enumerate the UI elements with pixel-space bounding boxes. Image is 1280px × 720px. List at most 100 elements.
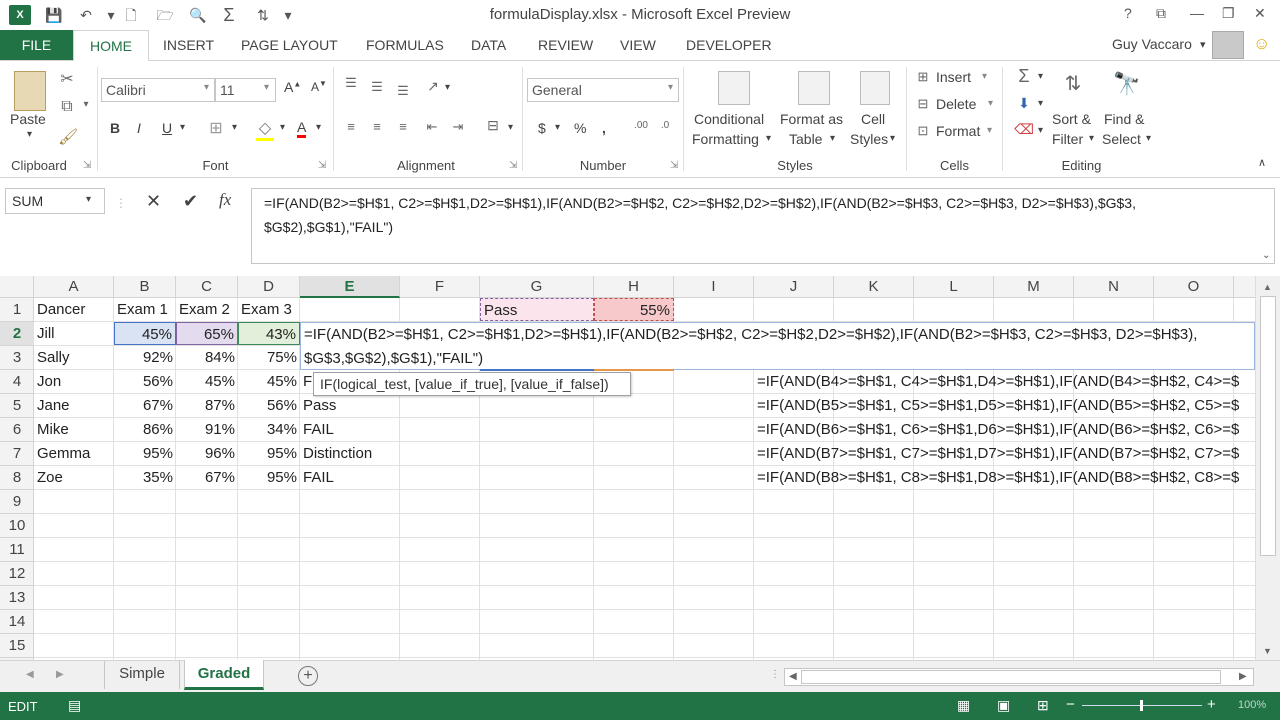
- column-header[interactable]: N: [1074, 276, 1154, 298]
- column-header[interactable]: K: [834, 276, 914, 298]
- cell-c6[interactable]: 91%: [176, 418, 238, 441]
- restore-icon[interactable]: ❐: [1222, 5, 1235, 22]
- cell-b3[interactable]: 92%: [114, 346, 176, 369]
- insert-cells-button[interactable]: Insert: [936, 69, 971, 85]
- borders-icon[interactable]: ⊞: [207, 118, 225, 138]
- cell-c4[interactable]: 45%: [176, 370, 238, 393]
- fill-icon[interactable]: ⬇: [1014, 95, 1034, 112]
- cell-b7[interactable]: 95%: [114, 442, 176, 465]
- number-launcher-icon[interactable]: ⇲: [670, 160, 678, 171]
- format-cells-button[interactable]: Format: [936, 123, 980, 139]
- column-header[interactable]: A: [34, 276, 114, 298]
- cell-b4[interactable]: 56%: [114, 370, 176, 393]
- cut-icon[interactable]: ✂: [58, 69, 76, 89]
- format-as-table-label-1[interactable]: Format as: [780, 111, 843, 127]
- cell-a1[interactable]: Dancer: [34, 298, 114, 321]
- collapse-ribbon-icon[interactable]: ∧: [1258, 156, 1266, 169]
- cell-d1[interactable]: Exam 3: [238, 298, 300, 321]
- zoom-out-icon[interactable]: −: [1066, 696, 1075, 713]
- paste-icon[interactable]: [14, 71, 46, 111]
- column-header[interactable]: G: [480, 276, 594, 298]
- cell-c5[interactable]: 87%: [176, 394, 238, 417]
- autosum-icon[interactable]: Σ: [1014, 66, 1034, 87]
- font-size-dropdown-icon[interactable]: ▾: [264, 82, 269, 93]
- cell-a2[interactable]: Jill: [34, 322, 114, 345]
- user-dropdown-icon[interactable]: ▾: [1200, 30, 1206, 60]
- shrink-font-icon[interactable]: A▼: [311, 79, 327, 94]
- row-header[interactable]: 5: [0, 394, 34, 418]
- row-header[interactable]: 8: [0, 466, 34, 490]
- row-header[interactable]: 3: [0, 346, 34, 370]
- fill-dropdown-icon[interactable]: ▾: [1038, 98, 1043, 109]
- prev-sheet-icon[interactable]: ◀: [26, 669, 34, 680]
- percent-button[interactable]: %: [574, 120, 586, 136]
- cell-c3[interactable]: 84%: [176, 346, 238, 369]
- column-header[interactable]: H: [594, 276, 674, 298]
- page-break-view-icon[interactable]: ⊞: [1037, 697, 1049, 714]
- decrease-decimal-icon[interactable]: .0: [655, 120, 675, 131]
- wrap-text-icon[interactable]: ⊟: [484, 117, 502, 134]
- worksheet-grid[interactable]: Dancer Exam 1 Exam 2 Exam 3 Pass 55% Jil…: [34, 298, 1255, 660]
- in-cell-editor[interactable]: =IF(AND(B2>=$H$1, C2>=$H$1,D2>=$H$1),IF(…: [300, 322, 1255, 370]
- font-color-dropdown-icon[interactable]: ▾: [316, 122, 321, 133]
- align-top-icon[interactable]: ☰: [343, 75, 359, 91]
- decrease-indent-icon[interactable]: ⇤: [424, 119, 440, 135]
- normal-view-icon[interactable]: ▦: [957, 697, 970, 714]
- clipboard-launcher-icon[interactable]: ⇲: [83, 160, 91, 171]
- cell-j8[interactable]: =IF(AND(B8>=$H$1, C8>=$H$1,D8>=$H$1),IF(…: [754, 466, 1255, 489]
- find-select-dropdown-icon[interactable]: ▾: [1146, 133, 1151, 144]
- cell-styles-label-2[interactable]: Styles: [850, 131, 888, 147]
- cell-a5[interactable]: Jane: [34, 394, 114, 417]
- cell-b6[interactable]: 86%: [114, 418, 176, 441]
- cell-h1[interactable]: 55%: [594, 298, 674, 321]
- cell-a4[interactable]: Jon: [34, 370, 114, 393]
- cell-c2[interactable]: 65%: [176, 322, 238, 345]
- font-launcher-icon[interactable]: ⇲: [318, 160, 326, 171]
- sheet-tab-graded[interactable]: Graded: [184, 660, 264, 690]
- next-sheet-icon[interactable]: ▶: [56, 669, 64, 680]
- sort-filter-label-1[interactable]: Sort &: [1052, 111, 1091, 127]
- row-header[interactable]: 12: [0, 562, 34, 586]
- font-color-icon[interactable]: A: [297, 119, 307, 138]
- cell-e5[interactable]: Pass: [300, 394, 400, 417]
- cell-j7[interactable]: =IF(AND(B7>=$H$1, C7>=$H$1,D7>=$H$1),IF(…: [754, 442, 1255, 465]
- page-layout-view-icon[interactable]: ▣: [997, 697, 1010, 714]
- cell-a7[interactable]: Gemma: [34, 442, 114, 465]
- fill-color-dropdown-icon[interactable]: ▾: [280, 122, 285, 133]
- row-header[interactable]: 4: [0, 370, 34, 394]
- column-header[interactable]: B: [114, 276, 176, 298]
- user-name[interactable]: Guy Vaccaro: [1112, 36, 1192, 52]
- currency-dropdown-icon[interactable]: ▾: [555, 122, 560, 133]
- scroll-left-icon[interactable]: ◀: [789, 671, 797, 682]
- cell-styles-dropdown-icon[interactable]: ▾: [890, 133, 895, 144]
- tab-home[interactable]: HOME: [73, 30, 149, 61]
- align-center-icon[interactable]: ≡: [369, 119, 385, 134]
- row-header[interactable]: 15: [0, 634, 34, 658]
- cell-d3[interactable]: 75%: [238, 346, 300, 369]
- cell-d7[interactable]: 95%: [238, 442, 300, 465]
- zoom-in-icon[interactable]: +: [1207, 696, 1216, 713]
- tab-file[interactable]: FILE: [0, 30, 73, 60]
- bold-button[interactable]: B: [110, 120, 120, 136]
- orientation-icon[interactable]: ↗: [424, 78, 442, 95]
- cell-j6[interactable]: =IF(AND(B6>=$H$1, C6>=$H$1,D6>=$H$1),IF(…: [754, 418, 1255, 441]
- clear-icon[interactable]: ⌫: [1014, 121, 1034, 138]
- cell-e6[interactable]: FAIL: [300, 418, 400, 441]
- macro-recording-icon[interactable]: ▤: [68, 697, 81, 714]
- delete-dropdown-icon[interactable]: ▾: [988, 98, 993, 109]
- column-header[interactable]: C: [176, 276, 238, 298]
- row-header[interactable]: 10: [0, 514, 34, 538]
- paste-dropdown-icon[interactable]: ▾: [27, 129, 32, 140]
- conditional-formatting-label-2[interactable]: Formatting: [692, 131, 759, 147]
- merge-dropdown-icon[interactable]: ▾: [508, 122, 513, 133]
- cell-c8[interactable]: 67%: [176, 466, 238, 489]
- increase-indent-icon[interactable]: ⇥: [450, 119, 466, 135]
- find-select-label-2[interactable]: Select: [1102, 131, 1141, 147]
- cell-c7[interactable]: 96%: [176, 442, 238, 465]
- copy-dropdown-icon[interactable]: ▾: [80, 99, 92, 110]
- cell-d5[interactable]: 56%: [238, 394, 300, 417]
- number-format-select[interactable]: General: [527, 78, 679, 102]
- cell-styles-label-1[interactable]: Cell: [861, 111, 885, 127]
- sort-filter-label-2[interactable]: Filter: [1052, 131, 1083, 147]
- number-format-dropdown-icon[interactable]: ▾: [668, 82, 673, 93]
